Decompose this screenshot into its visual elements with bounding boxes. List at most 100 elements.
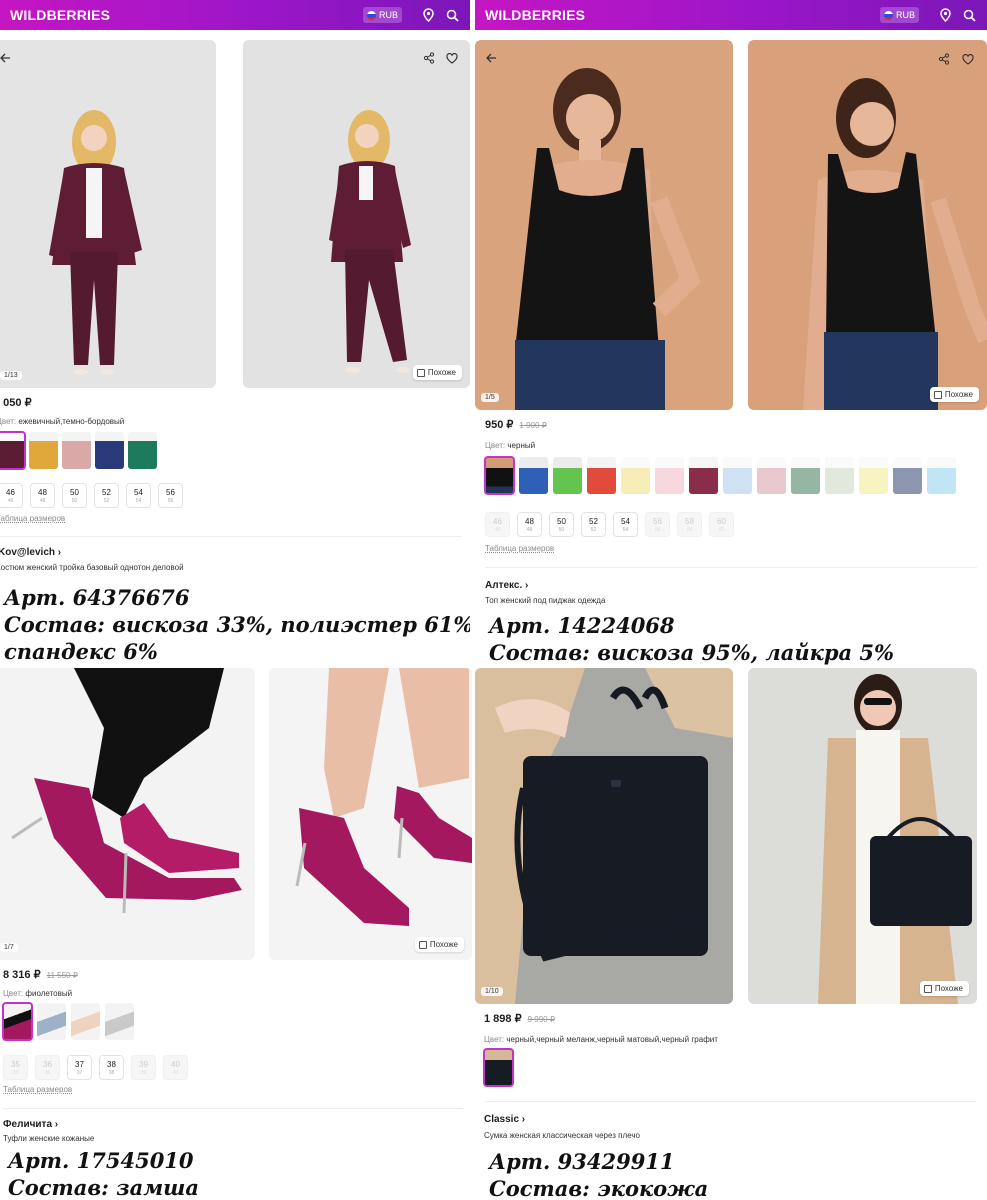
color-swatch[interactable] [105, 1003, 134, 1040]
currency-selector[interactable]: RUB [362, 7, 402, 23]
bag-illustration [475, 668, 733, 1004]
search-icon[interactable] [444, 7, 460, 23]
size-option[interactable]: 50 50 [549, 512, 574, 537]
size-option[interactable]: 48 48 [30, 483, 55, 508]
size-table-link[interactable]: Таблица размеров [0, 514, 65, 523]
brand-link[interactable]: Classic › [484, 1114, 525, 1125]
product-photo-main[interactable]: 1/7 [0, 668, 255, 960]
brand-logo[interactable]: WILDBERRIES [10, 7, 363, 23]
article-number: Арт. 64376676 [4, 585, 190, 610]
color-swatch[interactable] [859, 457, 888, 494]
divider [485, 567, 977, 568]
photo-counter: 1/10 [481, 987, 503, 996]
heart-icon[interactable] [445, 51, 459, 65]
color-swatch[interactable] [483, 1048, 514, 1087]
location-icon[interactable] [420, 7, 436, 23]
color-swatch[interactable] [791, 457, 820, 494]
divider [3, 1108, 463, 1109]
size-list: 35 35 36 36 37 37 38 38 39 39 40 40 [3, 1055, 188, 1080]
brand-link[interactable]: Алтекс. › [485, 580, 528, 591]
color-swatch[interactable] [484, 456, 515, 495]
similar-button[interactable]: Похоже [412, 365, 462, 380]
product-photo-secondary[interactable]: Похоже [748, 668, 977, 1004]
color-swatch[interactable] [893, 457, 922, 494]
similar-icon [923, 984, 932, 993]
size-option[interactable]: 50 50 [62, 483, 87, 508]
russia-flag-icon [883, 10, 893, 20]
brand-logo[interactable]: WILDBERRIES [485, 7, 880, 23]
color-swatch[interactable] [2, 1002, 33, 1041]
back-arrow-icon[interactable] [0, 51, 12, 65]
color-swatch[interactable] [927, 457, 956, 494]
color-swatch[interactable] [62, 432, 91, 469]
product-photo-main[interactable]: 1/5 [475, 40, 733, 410]
color-swatch[interactable] [29, 432, 58, 469]
color-swatch[interactable] [723, 457, 752, 494]
color-prefix: Цвет: [485, 441, 506, 450]
location-icon[interactable] [937, 7, 953, 23]
product-name: Туфли женские кожаные [3, 1134, 95, 1143]
size-option[interactable]: 60 60 [709, 512, 734, 537]
color-swatch[interactable] [519, 457, 548, 494]
color-swatch[interactable] [553, 457, 582, 494]
size-table-link[interactable]: Таблица размеров [3, 1085, 72, 1094]
product-photo-secondary[interactable]: Похоже [269, 668, 472, 960]
size-option[interactable]: 48 48 [517, 512, 542, 537]
similar-button[interactable]: Похоже [414, 937, 464, 952]
handwritten-note: Арт. 93429911 Состав: экокожа [489, 1148, 708, 1200]
color-value: черный [507, 441, 536, 450]
color-swatch[interactable] [0, 431, 26, 470]
composition: Состав: экокожа [489, 1176, 709, 1200]
heart-icon[interactable] [961, 52, 975, 66]
product-photo-secondary[interactable]: Похоже [748, 40, 987, 410]
size-table-link[interactable]: Таблица размеров [485, 544, 554, 553]
old-price: 11 550 ₽ [46, 971, 78, 980]
color-swatch[interactable] [128, 432, 157, 469]
brand-link[interactable]: Феличита › [3, 1119, 58, 1130]
color-swatch[interactable] [689, 457, 718, 494]
brand-link[interactable]: Kov@levich › [0, 547, 61, 558]
size-option[interactable]: 56 56 [158, 483, 183, 508]
color-prefix: Цвет: [484, 1035, 505, 1044]
color-swatches [0, 431, 157, 470]
product-photo-main[interactable]: 1/13 [0, 40, 216, 388]
color-swatch[interactable] [621, 457, 650, 494]
size-option[interactable]: 38 38 [99, 1055, 124, 1080]
share-icon[interactable] [422, 51, 436, 65]
handwritten-note: Арт. 17545010 Состав: замша [8, 1147, 199, 1200]
size-option[interactable]: 39 39 [131, 1055, 156, 1080]
suit-model-illustration [49, 110, 142, 375]
suit-model-illustration-2 [329, 110, 411, 373]
size-option[interactable]: 54 54 [126, 483, 151, 508]
color-swatch[interactable] [655, 457, 684, 494]
size-option[interactable]: 58 58 [677, 512, 702, 537]
color-swatch[interactable] [587, 457, 616, 494]
size-option[interactable]: 54 54 [613, 512, 638, 537]
currency-selector[interactable]: RUB [879, 7, 919, 23]
size-option[interactable]: 56 56 [645, 512, 670, 537]
size-option[interactable]: 40 40 [163, 1055, 188, 1080]
product-photo-main[interactable]: 1/10 [475, 668, 733, 1004]
back-arrow-icon[interactable] [484, 51, 498, 65]
shoes-illustration-2 [295, 668, 472, 926]
share-icon[interactable] [937, 52, 951, 66]
search-icon[interactable] [961, 7, 977, 23]
size-option[interactable]: 52 52 [94, 483, 119, 508]
size-option[interactable]: 37 37 [67, 1055, 92, 1080]
color-swatch[interactable] [71, 1003, 100, 1040]
color-swatch[interactable] [825, 457, 854, 494]
color-swatch[interactable] [37, 1003, 66, 1040]
product-photo-secondary[interactable]: Похоже [243, 40, 470, 388]
color-swatch[interactable] [95, 432, 124, 469]
price: 1 898 ₽ 9 990 ₽ [484, 1012, 555, 1025]
size-option[interactable]: 52 52 [581, 512, 606, 537]
old-price: 1 900 ₽ [519, 421, 547, 430]
color-swatch[interactable] [757, 457, 786, 494]
size-option[interactable]: 35 35 [3, 1055, 28, 1080]
size-option[interactable]: 36 36 [35, 1055, 60, 1080]
similar-button[interactable]: Похоже [929, 387, 979, 402]
similar-button[interactable]: Похоже [919, 981, 969, 996]
size-option[interactable]: 46 46 [485, 512, 510, 537]
product-panel-suit: WILDBERRIES RUB 1/13 Похоже 050 ₽ вет: е… [0, 0, 470, 665]
size-option[interactable]: 46 46 [0, 483, 23, 508]
